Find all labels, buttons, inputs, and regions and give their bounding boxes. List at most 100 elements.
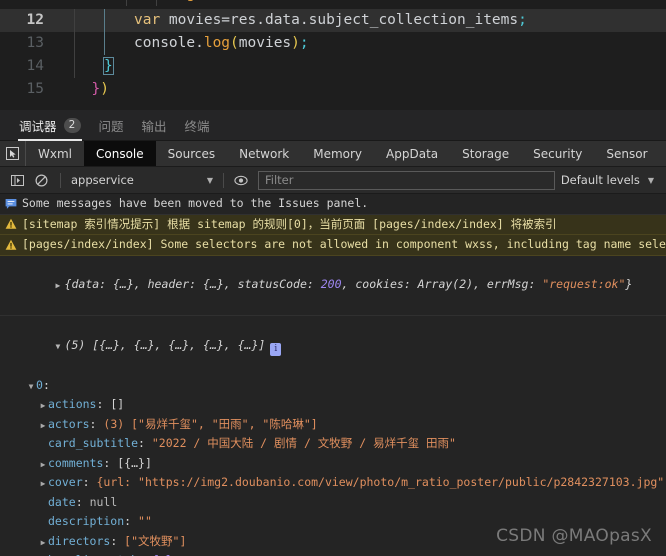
tree-row[interactable]: ▼ 0: <box>0 376 666 396</box>
tree-separator: : <box>42 377 50 392</box>
panel-tab-3[interactable]: 终端 <box>176 110 219 141</box>
tree-row[interactable]: ▶ actions: [] <box>0 395 666 415</box>
collapse-triangle-icon[interactable]: ▼ <box>56 337 65 357</box>
tab-sources[interactable]: Sources <box>156 141 227 166</box>
console-levels-label: Default levels <box>560 173 640 187</box>
tab-appdata[interactable]: AppData <box>374 141 450 166</box>
live-expression-icon[interactable] <box>230 170 252 190</box>
tab-network[interactable]: Network <box>227 141 301 166</box>
code-token: movies <box>238 35 292 51</box>
devtools-tab-list[interactable]: Wxml Console Sources Network Memory AppData St… <box>26 141 666 166</box>
response-errmsg: "request:ok" <box>542 277 626 291</box>
tree-key: actions <box>48 397 97 411</box>
console-message-text: Some messages have been moved to the Iss… <box>22 196 369 210</box>
console-toolbar[interactable]: appservice ▼ Filter Default levels ▼ <box>0 167 666 194</box>
tree-separator: : <box>75 494 90 509</box>
console-message-info[interactable]: Some messages have been moved to the Iss… <box>0 194 666 215</box>
expand-triangle-icon[interactable]: ▶ <box>38 533 48 552</box>
tab-mock[interactable]: Mock <box>660 141 666 166</box>
code-token: ) <box>291 35 300 51</box>
code-line-partial: g( )) <box>0 0 666 9</box>
tree-value: ["文牧野"] <box>124 533 187 548</box>
code-text[interactable]: console.log(movies); <box>74 32 666 55</box>
expand-triangle-icon[interactable]: ▶ <box>38 416 48 435</box>
code-text[interactable]: } <box>74 55 666 78</box>
console-filter-placeholder: Filter <box>265 173 294 187</box>
info-badge-icon[interactable]: i <box>270 342 282 356</box>
tree-row[interactable]: date: null <box>0 493 666 513</box>
code-text[interactable]: var movies=res.data.subject_collection_i… <box>74 9 666 32</box>
tree-row[interactable]: ▶ comments: [{…}] <box>0 454 666 474</box>
code-line[interactable]: 12 var movies=res.data.subject_collection… <box>0 9 666 32</box>
response-suffix: } <box>625 277 633 291</box>
tree-row[interactable]: has_linewatch: false <box>0 551 666 556</box>
indent-guide <box>74 9 104 32</box>
expand-triangle-icon[interactable]: ▶ <box>38 396 48 415</box>
tree-key: cover <box>48 475 83 489</box>
expand-triangle-icon[interactable]: ▶ <box>38 455 48 474</box>
expand-triangle-icon[interactable]: ▶ <box>56 276 65 296</box>
console-output[interactable]: Some messages have been moved to the Iss… <box>0 194 666 556</box>
tree-row[interactable]: ▶ cover: {url: "https://img2.doubanio.com… <box>0 473 666 493</box>
tree-row[interactable]: ▶ actors: (3) ["易烊千玺", "田雨", "陈哈琳"] <box>0 415 666 435</box>
console-message-list[interactable]: Some messages have been moved to the Iss… <box>0 194 666 256</box>
tree-key: comments <box>48 455 104 470</box>
console-log-array[interactable]: ▼ (5) [{…}, {…}, {…}, {…}, {…}] i <box>0 316 666 376</box>
collapse-triangle-icon[interactable]: ▼ <box>26 377 36 396</box>
panel-tab-0[interactable]: 调试器 2 <box>10 110 90 141</box>
tab-security[interactable]: Security <box>521 141 594 166</box>
indent-guide <box>156 0 186 6</box>
tab-sensor[interactable]: Sensor <box>594 141 659 166</box>
warning-triangle-icon <box>4 238 17 251</box>
array-preview: (5) [{…}, {…}, {…}, {…}, {…}] <box>64 337 266 352</box>
code-line[interactable]: 14} <box>0 55 666 78</box>
code-line[interactable]: 13 console.log(movies); <box>0 32 666 55</box>
code-lines[interactable]: 12 var movies=res.data.subject_collection… <box>0 9 666 101</box>
tree-value: null <box>89 494 118 509</box>
console-filter-input[interactable]: Filter <box>258 170 555 190</box>
devtools-tab-strip[interactable]: Wxml Console Sources Network Memory AppData St… <box>0 141 666 167</box>
tree-key: 0 <box>36 377 43 392</box>
line-number: 14 <box>26 58 44 74</box>
panel-tab-2[interactable]: 输出 <box>133 110 176 141</box>
tree-row[interactable]: ▶ directors: ["文牧野"] <box>0 532 666 552</box>
code-text[interactable]: }) <box>74 78 666 101</box>
tree-row[interactable]: description: "" <box>0 512 666 532</box>
show-console-sidebar-icon[interactable] <box>6 170 28 190</box>
tab-memory[interactable]: Memory <box>301 141 374 166</box>
toolbar-divider <box>223 172 224 188</box>
console-context-select[interactable]: appservice ▼ <box>67 173 217 187</box>
tab-storage[interactable]: Storage <box>450 141 521 166</box>
indent-guide <box>126 0 156 6</box>
panel-tab-badge: 2 <box>63 117 81 133</box>
tab-wxml[interactable]: Wxml <box>26 141 84 166</box>
console-message-warn[interactable]: [sitemap 索引情况提示] 根据 sitemap 的规则[0]，当前页面 … <box>0 214 666 235</box>
tree-row[interactable]: card_subtitle: "2022 / 中国大陆 / 剧情 / 文牧野 /… <box>0 434 666 454</box>
console-log-response[interactable]: ▶ {data: {…}, header: {…}, statusCode: 20… <box>0 255 666 316</box>
chevron-down-icon: ▼ <box>647 175 654 185</box>
tree-key: card_subtitle <box>48 436 139 450</box>
tree-separator: : <box>89 416 104 431</box>
object-tree[interactable]: ▼ 0: ▶ actions: [] ▶ actors: (3) ["易烊千玺", "田雨… <box>0 376 666 556</box>
code-editor[interactable]: g( )) 12 var movies=res.data.subject_coll… <box>0 0 666 110</box>
console-message-warn[interactable]: [pages/index/index] Some selectors are n… <box>0 235 666 256</box>
tree-key: description <box>48 514 125 528</box>
clear-console-icon[interactable] <box>30 170 52 190</box>
tree-value: [{…}] <box>117 455 152 470</box>
code-text-partial: g( )) <box>74 0 666 9</box>
code-line[interactable]: 15 }) <box>0 78 666 101</box>
tab-console[interactable]: Console <box>84 141 156 166</box>
tree-separator: : <box>110 533 125 548</box>
tree-separator: : <box>124 514 139 528</box>
console-levels-select[interactable]: Default levels ▼ <box>561 173 660 187</box>
indent-guide <box>74 55 104 78</box>
line-number: 13 <box>26 35 44 51</box>
tree-value: "2022 / 中国大陆 / 剧情 / 文牧野 / 易烊千玺 田雨" <box>151 436 456 450</box>
panel-tab-strip[interactable]: 调试器 2 问题 输出 终端 <box>0 110 666 141</box>
inspect-element-icon[interactable] <box>0 141 26 166</box>
panel-tab-1[interactable]: 问题 <box>90 110 133 141</box>
panel-tab-label: 问题 <box>98 118 124 134</box>
console-message-text: [sitemap 索引情况提示] 根据 sitemap 的规则[0]，当前页面 … <box>22 216 557 231</box>
expand-triangle-icon[interactable]: ▶ <box>38 474 48 493</box>
response-status-code: 200 <box>320 277 342 291</box>
